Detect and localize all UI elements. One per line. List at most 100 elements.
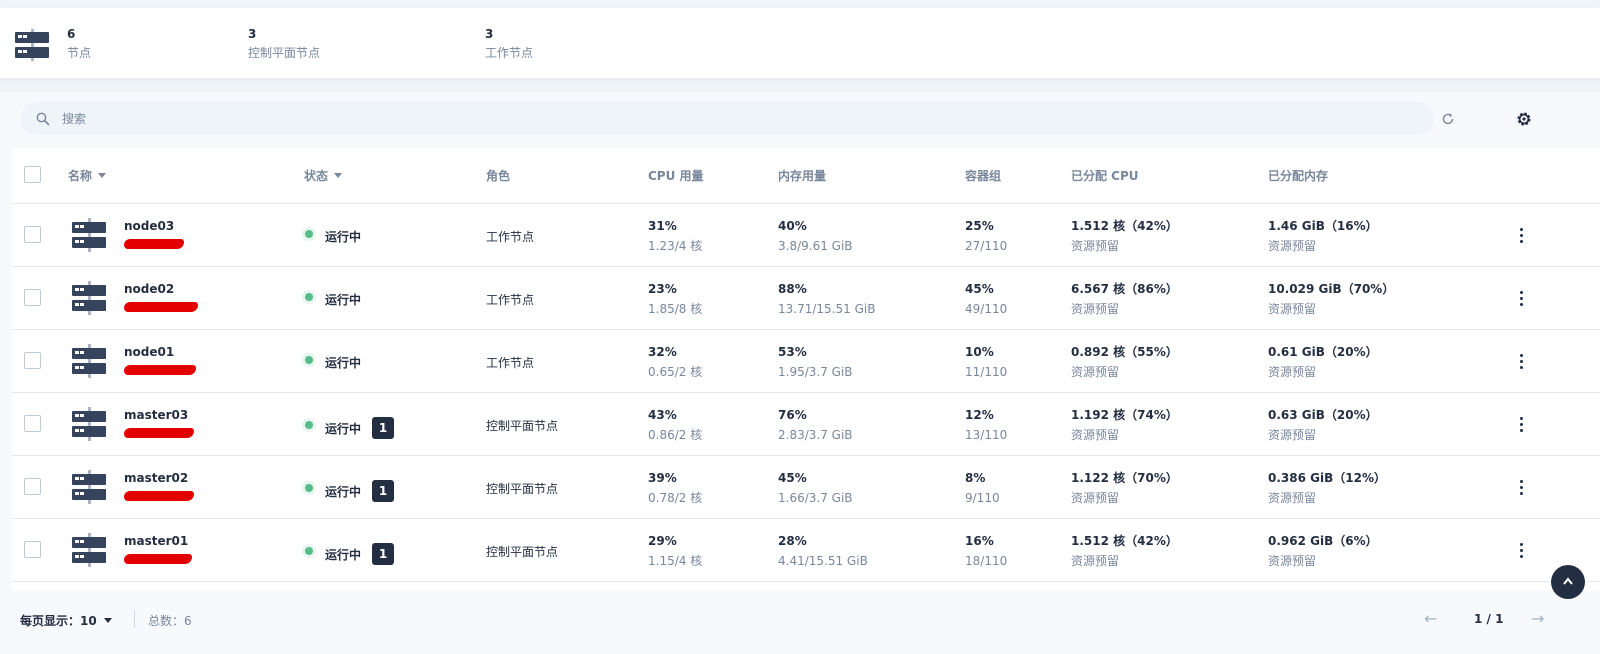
node-name-link[interactable]: master02	[124, 471, 188, 485]
node-name-link[interactable]: node02	[124, 282, 174, 296]
row-checkbox[interactable]	[24, 478, 41, 495]
allocated-memory: 0.63 GiB（20%） 资源预留	[1268, 406, 1378, 446]
node-status: 运行中 1	[305, 480, 395, 502]
memory-detail: 1.95/3.7 GiB	[778, 365, 853, 379]
pods-detail: 13/110	[965, 428, 1008, 442]
stat-label: 节点	[67, 46, 92, 60]
total-count: 总数：6	[148, 614, 192, 628]
cpu-usage: 32% 0.65/2 核	[648, 343, 702, 383]
table-row: master01 运行中 1 控制平面节点 29% 1.15/4 核 28% 4.41/15.…	[12, 519, 1600, 582]
cpu-detail: 1.23/4 核	[648, 239, 703, 253]
allocated-cpu-note: 资源预留	[1071, 554, 1120, 568]
node-table: 名称 状态 角色 CPU 用量 内存用量 容器组 已分配 CPU 已分配内存 n…	[12, 148, 1600, 590]
memory-usage: 40% 3.8/9.61 GiB	[778, 217, 853, 257]
column-allocated-cpu: 已分配 CPU	[1071, 167, 1139, 184]
column-label: 已分配 CPU	[1071, 169, 1139, 183]
scroll-top-button[interactable]	[1551, 565, 1585, 599]
more-icon[interactable]	[1512, 287, 1530, 309]
redaction-mark	[124, 302, 198, 312]
allocated-memory-note: 资源预留	[1268, 428, 1317, 442]
cpu-detail: 0.86/2 核	[648, 428, 703, 442]
cpu-percent: 31%	[648, 219, 677, 233]
node-role: 控制平面节点	[486, 482, 559, 496]
allocated-memory-note: 资源预留	[1268, 365, 1317, 379]
more-icon[interactable]	[1512, 539, 1530, 561]
cpu-percent: 43%	[648, 408, 677, 422]
table-row: node03 运行中 工作节点 31% 1.23/4 核 40% 3.8/9.61 GiB 2…	[12, 204, 1600, 267]
settings-button[interactable]	[1510, 105, 1538, 133]
allocated-memory-value: 0.962 GiB（6%）	[1268, 534, 1378, 548]
node-list-panel: 名称 状态 角色 CPU 用量 内存用量 容器组 已分配 CPU 已分配内存 n…	[0, 92, 1600, 654]
table-header: 名称 状态 角色 CPU 用量 内存用量 容器组 已分配 CPU 已分配内存	[12, 148, 1600, 204]
pod-usage: 12% 13/110	[965, 406, 1007, 446]
column-role: 角色	[486, 167, 510, 184]
search-box[interactable]	[20, 102, 1434, 135]
node-status: 运行中 1	[305, 417, 395, 439]
status-text: 运行中	[325, 547, 362, 562]
status-text: 运行中	[325, 421, 362, 436]
row-checkbox[interactable]	[24, 415, 41, 432]
server-icon	[15, 29, 49, 65]
column-memory: 内存用量	[778, 167, 826, 184]
allocated-cpu-value: 1.512 核（42%）	[1071, 219, 1178, 233]
row-checkbox[interactable]	[24, 289, 41, 306]
node-name-link[interactable]: master01	[124, 534, 188, 548]
node-role: 工作节点	[486, 356, 535, 370]
memory-percent: 53%	[778, 345, 807, 359]
server-icon	[72, 407, 106, 445]
pods-percent: 45%	[965, 282, 994, 296]
page-size-select[interactable]: 每页显示：10	[20, 612, 112, 629]
redaction-mark	[124, 491, 194, 501]
page-size-label: 每页显示：10	[20, 614, 97, 628]
node-status: 运行中	[305, 228, 361, 245]
cpu-detail: 1.85/8 核	[648, 302, 703, 316]
allocated-cpu-note: 资源预留	[1071, 491, 1120, 505]
prev-page-button[interactable]: ←	[1424, 609, 1437, 628]
pod-usage: 25% 27/110	[965, 217, 1007, 257]
memory-detail: 2.83/3.7 GiB	[778, 428, 853, 442]
status-dot-icon	[305, 484, 313, 492]
more-icon[interactable]	[1512, 224, 1530, 246]
refresh-button[interactable]	[1434, 105, 1462, 133]
allocated-cpu: 1.192 核（74%） 资源预留	[1071, 406, 1178, 446]
row-checkbox[interactable]	[24, 541, 41, 558]
more-icon[interactable]	[1512, 476, 1530, 498]
column-name[interactable]: 名称	[68, 167, 107, 184]
column-status[interactable]: 状态	[304, 167, 343, 184]
allocated-memory-value: 0.61 GiB（20%）	[1268, 345, 1378, 359]
allocated-cpu-value: 6.567 核（86%）	[1071, 282, 1178, 296]
taint-badge[interactable]: 1	[372, 480, 395, 502]
node-name-link[interactable]: node01	[124, 345, 174, 359]
taint-badge[interactable]: 1	[372, 543, 395, 565]
node-summary: 6 节点 3 控制平面节点 3 工作节点	[0, 8, 1600, 78]
pod-usage: 10% 11/110	[965, 343, 1007, 383]
select-all-checkbox[interactable]	[24, 166, 41, 183]
memory-percent: 28%	[778, 534, 807, 548]
more-icon[interactable]	[1512, 350, 1530, 372]
next-page-button[interactable]: →	[1531, 609, 1544, 628]
pods-detail: 9/110	[965, 491, 1000, 505]
row-checkbox[interactable]	[24, 226, 41, 243]
more-icon[interactable]	[1512, 413, 1530, 435]
search-input[interactable]	[62, 111, 1362, 126]
redaction-mark	[124, 554, 192, 564]
memory-detail: 13.71/15.51 GiB	[778, 302, 876, 316]
status-dot-icon	[305, 355, 313, 364]
status-dot-icon	[305, 421, 313, 429]
memory-detail: 4.41/15.51 GiB	[778, 554, 868, 568]
allocated-memory: 1.46 GiB（16%） 资源预留	[1268, 217, 1378, 257]
node-name-link[interactable]: node03	[124, 219, 174, 233]
node-name-link[interactable]: master03	[124, 408, 188, 422]
sort-down-icon	[98, 173, 107, 178]
allocated-cpu-value: 1.122 核（70%）	[1071, 471, 1178, 485]
cpu-detail: 1.15/4 核	[648, 554, 703, 568]
allocated-memory-value: 0.63 GiB（20%）	[1268, 408, 1378, 422]
pods-detail: 49/110	[965, 302, 1008, 316]
cpu-detail: 0.78/2 核	[648, 491, 703, 505]
column-allocated-memory: 已分配内存	[1268, 167, 1328, 184]
column-label: 容器组	[965, 169, 1002, 183]
memory-usage: 28% 4.41/15.51 GiB	[778, 532, 868, 572]
row-checkbox[interactable]	[24, 352, 41, 369]
taint-badge[interactable]: 1	[372, 417, 395, 439]
stat-label: 控制平面节点	[248, 46, 321, 60]
